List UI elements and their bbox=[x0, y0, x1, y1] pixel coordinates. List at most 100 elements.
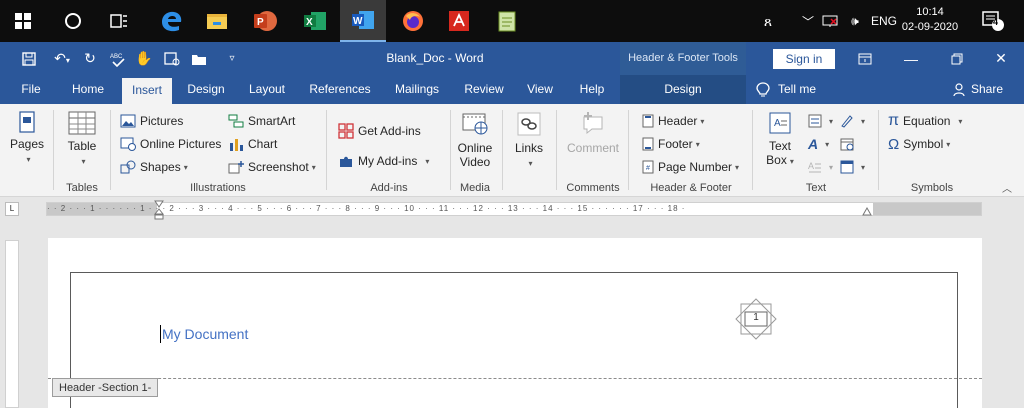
task-view-button[interactable] bbox=[96, 0, 142, 42]
symbols-group-label: Symbols bbox=[910, 182, 954, 194]
excel-taskbar-button[interactable]: X bbox=[292, 0, 338, 42]
tab-view[interactable]: View bbox=[518, 75, 562, 104]
word-taskbar-button[interactable]: W bbox=[340, 0, 386, 42]
file-explorer-button[interactable] bbox=[194, 0, 240, 42]
close-button[interactable]: ✕ bbox=[978, 42, 1024, 75]
header-button[interactable]: Header ▾ bbox=[642, 111, 704, 131]
search-button[interactable] bbox=[50, 0, 96, 42]
quick-parts-icon bbox=[808, 114, 822, 128]
vertical-ruler[interactable] bbox=[5, 240, 19, 408]
tab-mailings[interactable]: Mailings bbox=[386, 75, 448, 104]
footer-page-icon bbox=[642, 137, 654, 151]
object-button[interactable]: ▾ bbox=[840, 157, 865, 177]
symbol-button[interactable]: Ω Symbol ▾ bbox=[888, 134, 950, 154]
media-group-label: Media bbox=[460, 182, 490, 194]
page-number-button[interactable]: # Page Number ▾ bbox=[642, 157, 739, 177]
new-comment-button[interactable]: Comment bbox=[560, 111, 626, 155]
svg-text:P: P bbox=[257, 17, 264, 28]
symbol-label: Symbol bbox=[903, 137, 944, 151]
shapes-label: Shapes bbox=[140, 160, 181, 174]
clock[interactable]: 10:14 02-09-2020 bbox=[900, 5, 960, 35]
acrobat-taskbar-button[interactable] bbox=[436, 0, 482, 42]
minimize-button[interactable]: — bbox=[888, 42, 934, 75]
tab-header-footer-design[interactable]: Design bbox=[620, 75, 746, 104]
drop-cap-button[interactable]: A ▾ bbox=[808, 157, 833, 177]
smartart-icon bbox=[228, 114, 244, 128]
quick-parts-button[interactable]: ▾ bbox=[808, 111, 833, 131]
tab-help[interactable]: Help bbox=[570, 75, 614, 104]
online-video-label-line2: Video bbox=[459, 155, 491, 169]
tab-references[interactable]: References bbox=[304, 75, 376, 104]
tab-file[interactable]: File bbox=[12, 75, 50, 104]
spelling-button[interactable]: ABC bbox=[108, 42, 128, 75]
notepad-taskbar-button[interactable] bbox=[484, 0, 530, 42]
start-button[interactable] bbox=[0, 0, 46, 42]
word-icon: W bbox=[352, 11, 374, 29]
links-button[interactable]: Links ▾ bbox=[506, 111, 552, 171]
online-pictures-button[interactable]: Online Pictures bbox=[120, 134, 221, 154]
store-icon bbox=[338, 123, 354, 139]
footer-button[interactable]: Footer ▾ bbox=[642, 134, 700, 154]
undo-button[interactable]: ↶▾ bbox=[48, 42, 76, 75]
footer-label: Footer bbox=[658, 137, 693, 151]
smartart-button[interactable]: SmartArt bbox=[228, 111, 295, 131]
sign-in-button[interactable]: Sign in bbox=[773, 49, 835, 69]
indent-marker-icon[interactable] bbox=[154, 200, 164, 220]
touch-mode-button[interactable]: ✋ bbox=[134, 42, 154, 75]
page-number-label: Page Number bbox=[658, 160, 733, 174]
pictures-button[interactable]: Pictures bbox=[120, 111, 183, 131]
ribbon-display-options-button[interactable] bbox=[842, 42, 888, 75]
header-text[interactable]: My Document bbox=[162, 326, 248, 342]
print-preview-button[interactable] bbox=[162, 42, 182, 75]
tab-home[interactable]: Home bbox=[62, 75, 114, 104]
wordart-button[interactable]: A ▾ bbox=[808, 134, 829, 154]
online-picture-icon bbox=[120, 137, 136, 151]
online-video-button[interactable]: Online Video bbox=[452, 111, 498, 169]
pages-button[interactable]: Pages ▾ bbox=[4, 111, 50, 167]
share-button[interactable]: Share bbox=[948, 75, 1008, 104]
tab-layout[interactable]: Layout bbox=[240, 75, 294, 104]
page-number-icon: # bbox=[642, 160, 654, 174]
right-indent-marker-icon[interactable] bbox=[862, 207, 872, 217]
edge-browser-icon bbox=[162, 11, 182, 32]
tab-design[interactable]: Design bbox=[180, 75, 232, 104]
volume-button[interactable]: 🕪 bbox=[842, 0, 868, 42]
tab-insert[interactable]: Insert bbox=[122, 78, 172, 104]
folder-open-icon bbox=[192, 54, 206, 65]
restore-button[interactable] bbox=[934, 42, 980, 75]
horizontal-ruler[interactable]: · · 2 · · · 1 · · · · · · 1 · · · 2 · · … bbox=[46, 202, 982, 216]
show-hidden-icons-button[interactable]: ﹀ bbox=[800, 0, 816, 42]
drop-cap-icon: A bbox=[808, 161, 821, 173]
signature-line-button[interactable]: ▾ bbox=[840, 111, 865, 131]
tell-me-search[interactable]: Tell me bbox=[756, 75, 836, 104]
save-icon bbox=[22, 51, 36, 66]
edge-taskbar-button[interactable] bbox=[148, 0, 194, 42]
svg-text:ABC: ABC bbox=[110, 54, 123, 60]
chart-button[interactable]: Chart bbox=[228, 134, 277, 154]
action-center-button[interactable]: 4 bbox=[978, 0, 1008, 42]
firefox-taskbar-button[interactable] bbox=[390, 0, 436, 42]
tab-review[interactable]: Review bbox=[458, 75, 510, 104]
text-box-button[interactable]: A Text Box ▾ bbox=[760, 111, 800, 169]
illustrations-group-label: Illustrations bbox=[190, 182, 246, 194]
open-button[interactable] bbox=[188, 42, 210, 75]
svg-text:A: A bbox=[808, 161, 814, 171]
date-time-button[interactable] bbox=[840, 134, 858, 154]
equation-button[interactable]: π Equation ▾ bbox=[888, 111, 962, 131]
my-addins-button[interactable]: My Add-ins ▾ bbox=[338, 151, 429, 171]
customize-qat-button[interactable]: ▿ bbox=[222, 42, 242, 75]
shapes-button[interactable]: Shapes ▾ bbox=[120, 157, 188, 177]
notepad-icon bbox=[498, 11, 516, 32]
network-button[interactable] bbox=[820, 0, 840, 42]
language-indicator[interactable]: ENG bbox=[870, 0, 898, 42]
people-button[interactable]: ጸ bbox=[756, 0, 780, 42]
redo-button[interactable]: ↻ bbox=[80, 42, 100, 75]
tab-selector[interactable]: L bbox=[5, 202, 19, 216]
save-button[interactable] bbox=[18, 42, 40, 75]
collapse-ribbon-button[interactable]: ︿ bbox=[1002, 180, 1012, 195]
windows-logo-icon bbox=[15, 13, 31, 29]
powerpoint-taskbar-button[interactable]: P bbox=[242, 0, 288, 42]
screenshot-button[interactable]: Screenshot ▾ bbox=[228, 157, 316, 177]
table-button[interactable]: Table ▾ bbox=[56, 111, 108, 169]
get-addins-button[interactable]: Get Add-ins bbox=[338, 121, 421, 141]
